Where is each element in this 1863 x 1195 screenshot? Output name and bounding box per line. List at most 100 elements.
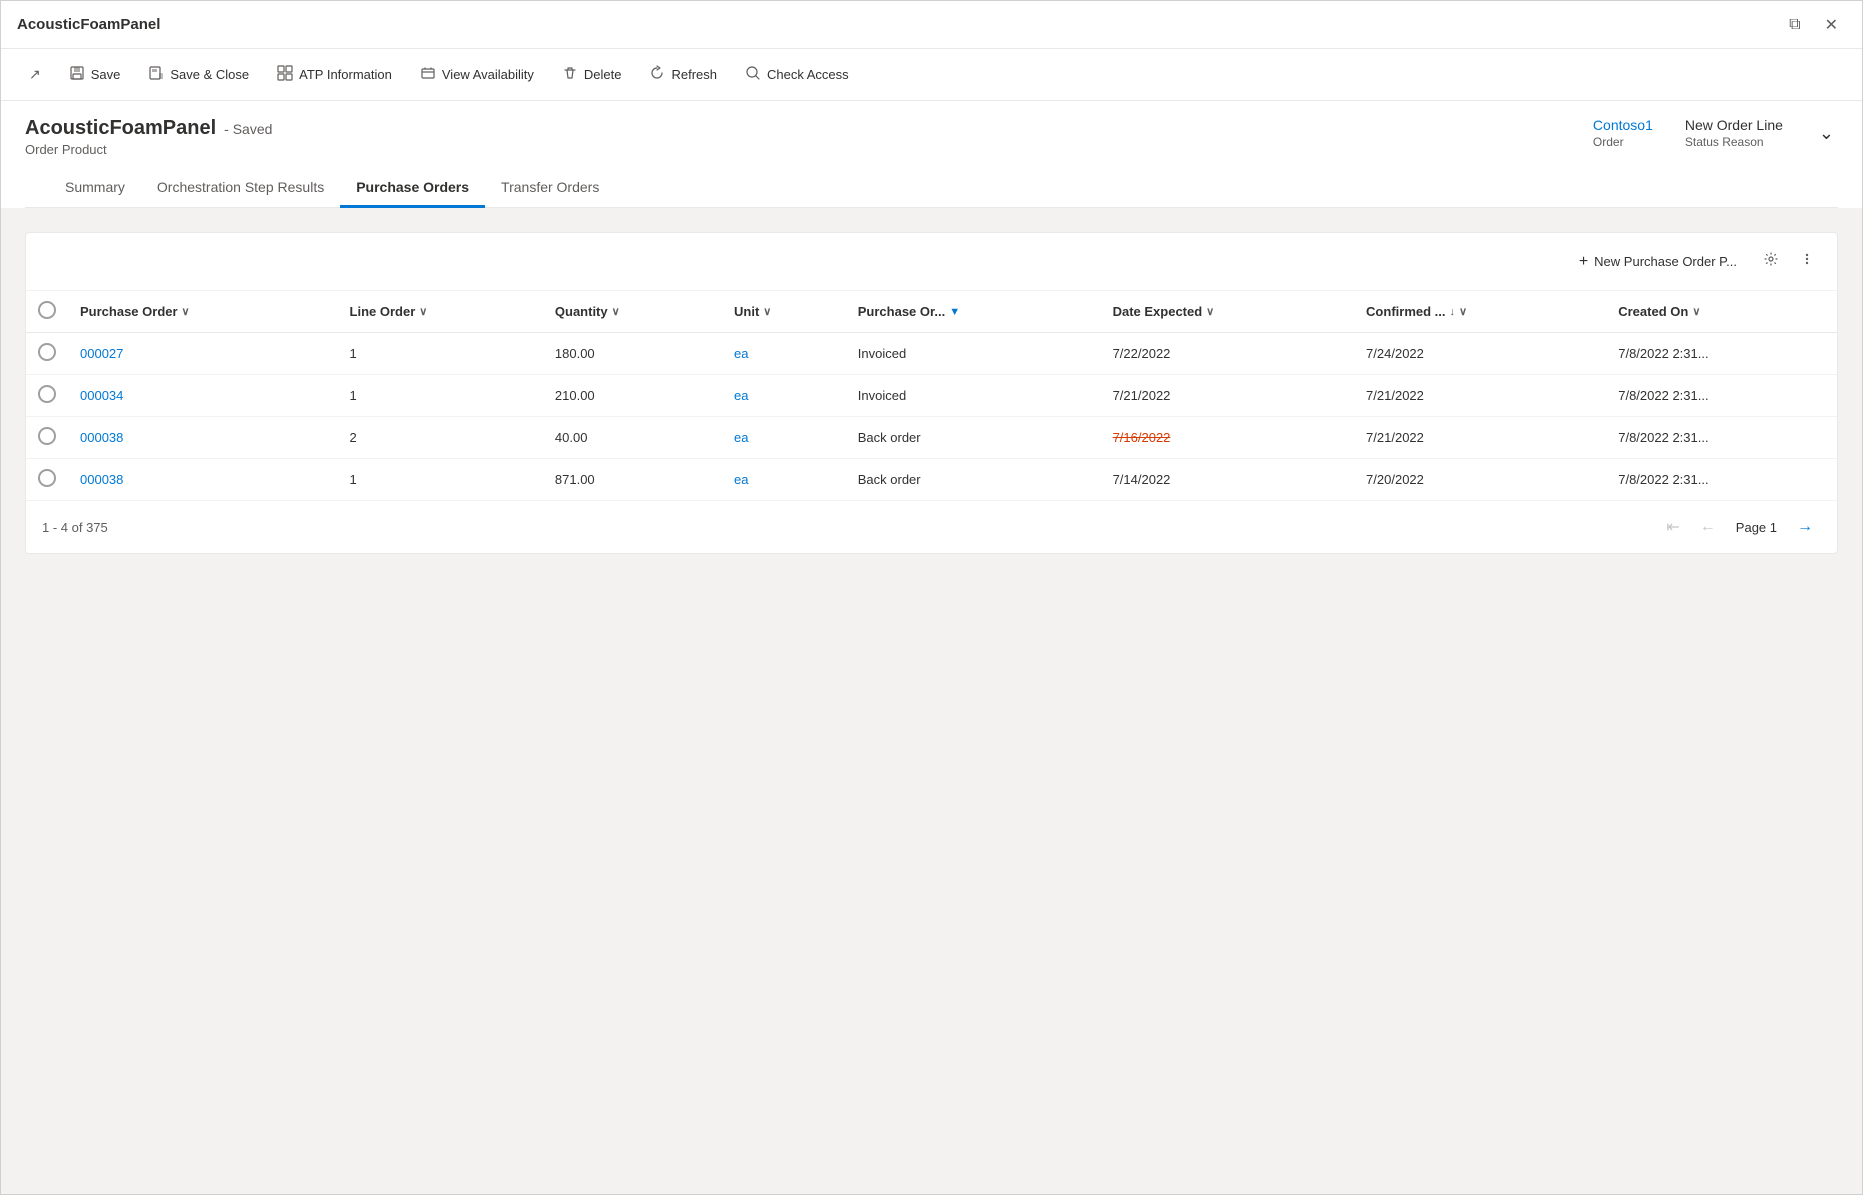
table-more-button[interactable] xyxy=(1793,245,1821,278)
save-icon xyxy=(69,65,85,84)
purchase-order-link[interactable]: 000038 xyxy=(80,472,123,487)
atp-icon xyxy=(277,65,293,84)
open-in-new-button[interactable]: ↗ xyxy=(17,60,53,89)
page-main-title: AcousticFoamPanel - Saved xyxy=(25,117,272,140)
next-page-button[interactable]: → xyxy=(1789,514,1821,540)
check-access-button[interactable]: Check Access xyxy=(733,59,861,90)
quantity-cell: 180.00 xyxy=(543,333,722,375)
check-access-label: Check Access xyxy=(767,67,849,82)
confirmed-cell: 7/24/2022 xyxy=(1354,333,1606,375)
order-label: Order xyxy=(1593,135,1624,149)
view-availability-label: View Availability xyxy=(442,67,534,82)
confirmed-sort-icon-2: ∨ xyxy=(1459,305,1467,318)
col-created-on-label: Created On xyxy=(1618,304,1688,319)
created-on-cell: 7/8/2022 2:31... xyxy=(1606,459,1837,501)
view-availability-button[interactable]: View Availability xyxy=(408,59,546,90)
col-date-expected-label: Date Expected xyxy=(1113,304,1203,319)
purchase-order-cell[interactable]: 000038 xyxy=(68,417,338,459)
date-expected-sort-icon: ∨ xyxy=(1206,305,1214,318)
purchase-order-cell[interactable]: 000034 xyxy=(68,375,338,417)
row-checkbox[interactable] xyxy=(38,343,56,361)
save-close-label: Save & Close xyxy=(170,67,249,82)
col-purchase-order[interactable]: Purchase Order ∨ xyxy=(68,291,338,333)
page-title-right: Contoso1 Order New Order Line Status Rea… xyxy=(1593,117,1838,149)
col-date-expected[interactable]: Date Expected ∨ xyxy=(1101,291,1354,333)
date-expected-value: 7/22/2022 xyxy=(1113,346,1171,361)
purchase-order-link[interactable]: 000034 xyxy=(80,388,123,403)
row-checkbox[interactable] xyxy=(38,385,56,403)
tabs: Summary Orchestration Step Results Purch… xyxy=(25,169,1838,208)
purchase-orders-table: Purchase Order ∨ Line Order ∨ xyxy=(26,291,1837,501)
tab-summary[interactable]: Summary xyxy=(49,169,141,208)
delete-button[interactable]: Delete xyxy=(550,59,634,90)
save-label: Save xyxy=(91,67,121,82)
expand-chevron-button[interactable]: ⌄ xyxy=(1815,119,1838,148)
table-row: 000034 1 210.00 ea Invoiced 7/21/2022 7/… xyxy=(26,375,1837,417)
purchase-order-link[interactable]: 000038 xyxy=(80,430,123,445)
first-page-button[interactable]: ⇤ xyxy=(1658,513,1687,541)
created-on-cell: 7/8/2022 2:31... xyxy=(1606,333,1837,375)
confirmed-cell: 7/20/2022 xyxy=(1354,459,1606,501)
line-order-cell: 1 xyxy=(338,333,543,375)
tab-purchase-orders[interactable]: Purchase Orders xyxy=(340,169,485,208)
col-quantity[interactable]: Quantity ∨ xyxy=(543,291,722,333)
atp-button[interactable]: ATP Information xyxy=(265,59,404,90)
tab-orchestration[interactable]: Orchestration Step Results xyxy=(141,169,340,208)
col-purchase-status-label: Purchase Or... xyxy=(858,304,945,319)
refresh-button[interactable]: Refresh xyxy=(637,59,729,90)
quantity-sort-icon: ∨ xyxy=(612,305,620,318)
created-on-sort-icon: ∨ xyxy=(1692,305,1700,318)
date-expected-cell: 7/14/2022 xyxy=(1101,459,1354,501)
restore-button[interactable]: ⧉ xyxy=(1781,11,1808,39)
table-settings-button[interactable] xyxy=(1757,245,1785,278)
col-purchase-status[interactable]: Purchase Or... ▼ xyxy=(846,291,1101,333)
status-reason-field: New Order Line Status Reason xyxy=(1685,117,1783,149)
quantity-cell: 210.00 xyxy=(543,375,722,417)
pagination-info: 1 - 4 of 375 xyxy=(42,520,108,535)
row-checkbox[interactable] xyxy=(38,427,56,445)
select-all-col[interactable] xyxy=(26,291,68,333)
col-confirmed-label: Confirmed ... xyxy=(1366,304,1445,319)
order-value[interactable]: Contoso1 xyxy=(1593,117,1653,133)
save-button[interactable]: Save xyxy=(57,59,133,90)
new-button-label: New Purchase Order P... xyxy=(1594,254,1737,269)
unit-cell: ea xyxy=(722,459,846,501)
created-on-cell: 7/8/2022 2:31... xyxy=(1606,417,1837,459)
col-confirmed[interactable]: Confirmed ... ↓ ∨ xyxy=(1354,291,1606,333)
col-unit[interactable]: Unit ∨ xyxy=(722,291,846,333)
row-select-cell[interactable] xyxy=(26,375,68,417)
page-subtitle: Order Product xyxy=(25,142,272,157)
save-close-button[interactable]: Save & Close xyxy=(136,59,261,90)
product-name: AcousticFoamPanel xyxy=(25,117,216,140)
window-title: AcousticFoamPanel xyxy=(17,16,160,33)
title-bar: AcousticFoamPanel ⧉ ✕ xyxy=(1,1,1862,49)
row-checkbox[interactable] xyxy=(38,469,56,487)
col-line-order[interactable]: Line Order ∨ xyxy=(338,291,543,333)
pagination: 1 - 4 of 375 ⇤ ← Page 1 → xyxy=(26,501,1837,553)
row-select-cell[interactable] xyxy=(26,459,68,501)
new-purchase-order-button[interactable]: + New Purchase Order P... xyxy=(1567,247,1749,277)
quantity-cell: 871.00 xyxy=(543,459,722,501)
purchase-order-cell[interactable]: 000038 xyxy=(68,459,338,501)
pagination-controls: ⇤ ← Page 1 → xyxy=(1658,513,1821,541)
tab-transfer-orders[interactable]: Transfer Orders xyxy=(485,169,615,208)
col-created-on[interactable]: Created On ∨ xyxy=(1606,291,1837,333)
table-header-row: Purchase Order ∨ Line Order ∨ xyxy=(26,291,1837,333)
purchase-order-cell[interactable]: 000027 xyxy=(68,333,338,375)
table-toolbar: + New Purchase Order P... xyxy=(26,233,1837,291)
close-button[interactable]: ✕ xyxy=(1817,11,1846,39)
line-order-cell: 1 xyxy=(338,459,543,501)
row-select-cell[interactable] xyxy=(26,417,68,459)
purchase-order-link[interactable]: 000027 xyxy=(80,346,123,361)
prev-page-button[interactable]: ← xyxy=(1692,514,1724,540)
line-order-sort-icon: ∨ xyxy=(419,305,427,318)
unit-sort-icon: ∨ xyxy=(763,305,771,318)
saved-status: - Saved xyxy=(224,121,272,137)
purchase-status-filter-icon: ▼ xyxy=(949,306,960,318)
toolbar: ↗ Save Save & Close ATP Information View… xyxy=(1,49,1862,101)
purchase-status-cell: Back order xyxy=(846,417,1101,459)
row-select-cell[interactable] xyxy=(26,333,68,375)
col-line-order-label: Line Order xyxy=(350,304,416,319)
confirmed-cell: 7/21/2022 xyxy=(1354,417,1606,459)
select-all-checkbox[interactable] xyxy=(38,301,56,319)
